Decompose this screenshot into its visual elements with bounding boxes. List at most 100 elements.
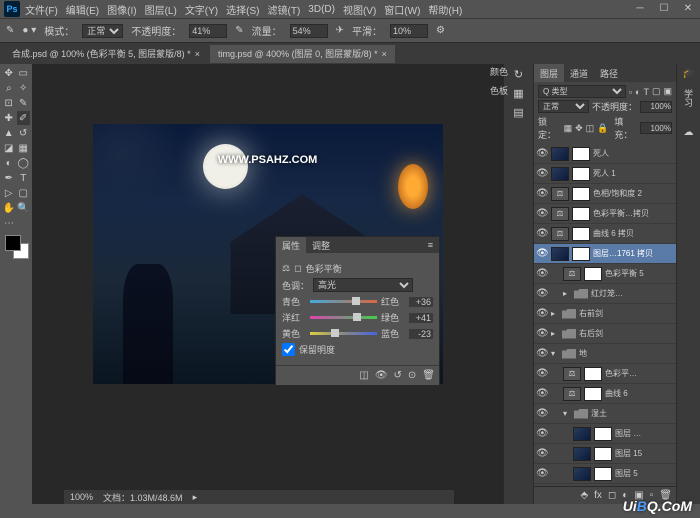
stamp-tool[interactable]: ▲ (2, 126, 16, 140)
visibility-icon[interactable]: 👁 (536, 368, 548, 379)
tab-document-2[interactable]: timg.psd @ 400% (图层 0, 图层蒙版/8) * × (210, 45, 395, 63)
layer-row[interactable]: 👁⚖曲线 6 (534, 384, 676, 404)
mask-thumb[interactable] (584, 387, 602, 401)
path-select-tool[interactable]: ▷ (2, 186, 16, 200)
visibility-icon[interactable]: 👁 (536, 208, 548, 219)
tone-select[interactable]: 高光 (313, 278, 413, 292)
layer-row[interactable]: 👁⚖曲线 6 拷贝 (534, 224, 676, 244)
filter-smart-icon[interactable]: ▣ (663, 86, 672, 97)
layer-name[interactable]: 右后剑 (579, 328, 674, 339)
visibility-icon[interactable]: 👁 (536, 428, 548, 439)
tab-paths[interactable]: 路径 (594, 64, 624, 82)
gear-icon[interactable]: ⚙ (436, 25, 445, 36)
airbrush-icon[interactable]: ✈ (336, 25, 344, 36)
menu-layer[interactable]: 图层(L) (142, 2, 180, 17)
layer-name[interactable]: 曲线 6 拷贝 (593, 228, 674, 239)
lock-pixels-icon[interactable]: ▦ (564, 123, 573, 134)
menu-image[interactable]: 图像(I) (104, 2, 139, 17)
visibility-icon[interactable]: 👁 (536, 248, 548, 259)
brush-picker-icon[interactable]: ● ▾ (22, 25, 36, 36)
mask-icon[interactable]: ◻ (294, 263, 301, 274)
layer-thumb[interactable] (551, 167, 569, 181)
mask-thumb[interactable] (572, 207, 590, 221)
visibility-icon[interactable]: 👁 (536, 468, 548, 479)
layer-row[interactable]: 👁▾湿土 (534, 404, 676, 424)
tab-layers[interactable]: 图层 (534, 64, 564, 82)
move-tool[interactable]: ✥ (2, 66, 16, 80)
flow-input[interactable] (290, 24, 328, 38)
swatch-panel-label[interactable]: 色板 (490, 84, 508, 97)
wand-tool[interactable]: ✧ (17, 81, 31, 95)
group-arrow-icon[interactable]: ▸ (551, 309, 559, 318)
layer-fx-icon[interactable]: fx (594, 490, 602, 501)
layer-thumb[interactable] (551, 247, 569, 261)
color-panel-label[interactable]: 颜色 (490, 65, 508, 78)
menu-help[interactable]: 帮助(H) (425, 2, 465, 17)
layer-row[interactable]: 👁▸ 右后剑 (534, 324, 676, 344)
swatch-icon[interactable]: ▦ (513, 87, 523, 100)
pressure-opacity-icon[interactable]: ✎ (235, 25, 243, 36)
color-swatch[interactable] (5, 235, 29, 259)
layer-name[interactable]: 湿土 (591, 408, 674, 419)
marquee-tool[interactable]: ▭ (17, 66, 31, 80)
filter-adj-icon[interactable]: ◐ (635, 87, 640, 97)
history-brush-tool[interactable]: ↺ (17, 126, 31, 140)
zoom-level[interactable]: 100% (70, 492, 93, 502)
visibility-icon[interactable]: 👁 (536, 348, 548, 359)
group-arrow-icon[interactable]: ▸ (551, 329, 559, 338)
close-tab-icon[interactable]: × (382, 49, 387, 59)
maximize-button[interactable]: ☐ (652, 0, 676, 16)
visibility-icon[interactable]: 👁 (536, 228, 548, 239)
blend-mode-select[interactable]: 正常 (82, 24, 123, 38)
layer-thumb[interactable] (573, 447, 591, 461)
lock-position-icon[interactable]: ✥ (575, 123, 583, 134)
hand-tool[interactable]: ✋ (2, 201, 16, 215)
visibility-icon[interactable]: 👁 (536, 408, 548, 419)
visibility-icon[interactable]: 👁 (536, 308, 548, 319)
adj-thumb[interactable]: ⚖ (563, 267, 581, 281)
visibility-icon[interactable]: 👁 (536, 328, 548, 339)
layer-row[interactable]: 👁 死人 (534, 144, 676, 164)
layer-thumb[interactable] (573, 427, 591, 441)
mask-thumb[interactable] (584, 367, 602, 381)
layer-name[interactable]: 色相/饱和度 2 (593, 188, 674, 199)
mask-thumb[interactable] (572, 147, 590, 161)
history-icon[interactable]: ↻ (514, 68, 523, 81)
menu-type[interactable]: 文字(Y) (182, 2, 221, 17)
layer-name[interactable]: 曲线 6 (605, 388, 674, 399)
mask-thumb[interactable] (584, 267, 602, 281)
layer-name[interactable]: 色彩平衡…拷贝 (593, 208, 674, 219)
cc-library-icon[interactable]: ☁ (684, 127, 694, 138)
mask-thumb[interactable] (572, 247, 590, 261)
study-button[interactable]: 学习 (682, 85, 695, 111)
eyedropper-tool[interactable]: ✎ (17, 96, 31, 110)
layer-name[interactable]: 右前剑 (579, 308, 674, 319)
filter-type-icon[interactable]: T (643, 87, 649, 97)
menu-window[interactable]: 窗口(W) (381, 2, 423, 17)
heal-tool[interactable]: ✚ (2, 111, 16, 125)
gradient-tool[interactable]: ▦ (17, 141, 31, 155)
status-arrow-icon[interactable]: ▸ (193, 492, 198, 503)
layer-row[interactable]: 👁图层…1761 拷贝 (534, 244, 676, 264)
mask-thumb[interactable] (594, 447, 612, 461)
layer-name[interactable]: 色彩平衡 5 (605, 268, 674, 279)
adj-thumb[interactable]: ⚖ (563, 367, 581, 381)
edit-toolbar[interactable]: ⋯ (2, 216, 16, 230)
layer-name[interactable]: 地 (579, 348, 674, 359)
tab-adjustments[interactable]: 调整 (306, 237, 336, 253)
mask-thumb[interactable] (594, 427, 612, 441)
visibility-icon[interactable]: 👁 (536, 148, 548, 159)
menu-edit[interactable]: 编辑(E) (63, 2, 102, 17)
clip-icon[interactable]: ◫ (359, 370, 368, 381)
layer-name[interactable]: 红灯笼… (591, 288, 674, 299)
mask-thumb[interactable] (572, 167, 590, 181)
menu-file[interactable]: 文件(F) (22, 2, 61, 17)
opacity-input[interactable] (189, 24, 227, 38)
dodge-tool[interactable]: ◯ (17, 156, 31, 170)
mg-value[interactable]: +41 (409, 313, 433, 323)
layer-name[interactable]: 死人 (593, 148, 674, 159)
preserve-lum-checkbox[interactable] (282, 343, 295, 356)
lock-artboard-icon[interactable]: ◫ (586, 123, 595, 134)
minimize-button[interactable]: ─ (628, 0, 652, 16)
layer-row[interactable]: 👁⚖色彩平… (534, 364, 676, 384)
